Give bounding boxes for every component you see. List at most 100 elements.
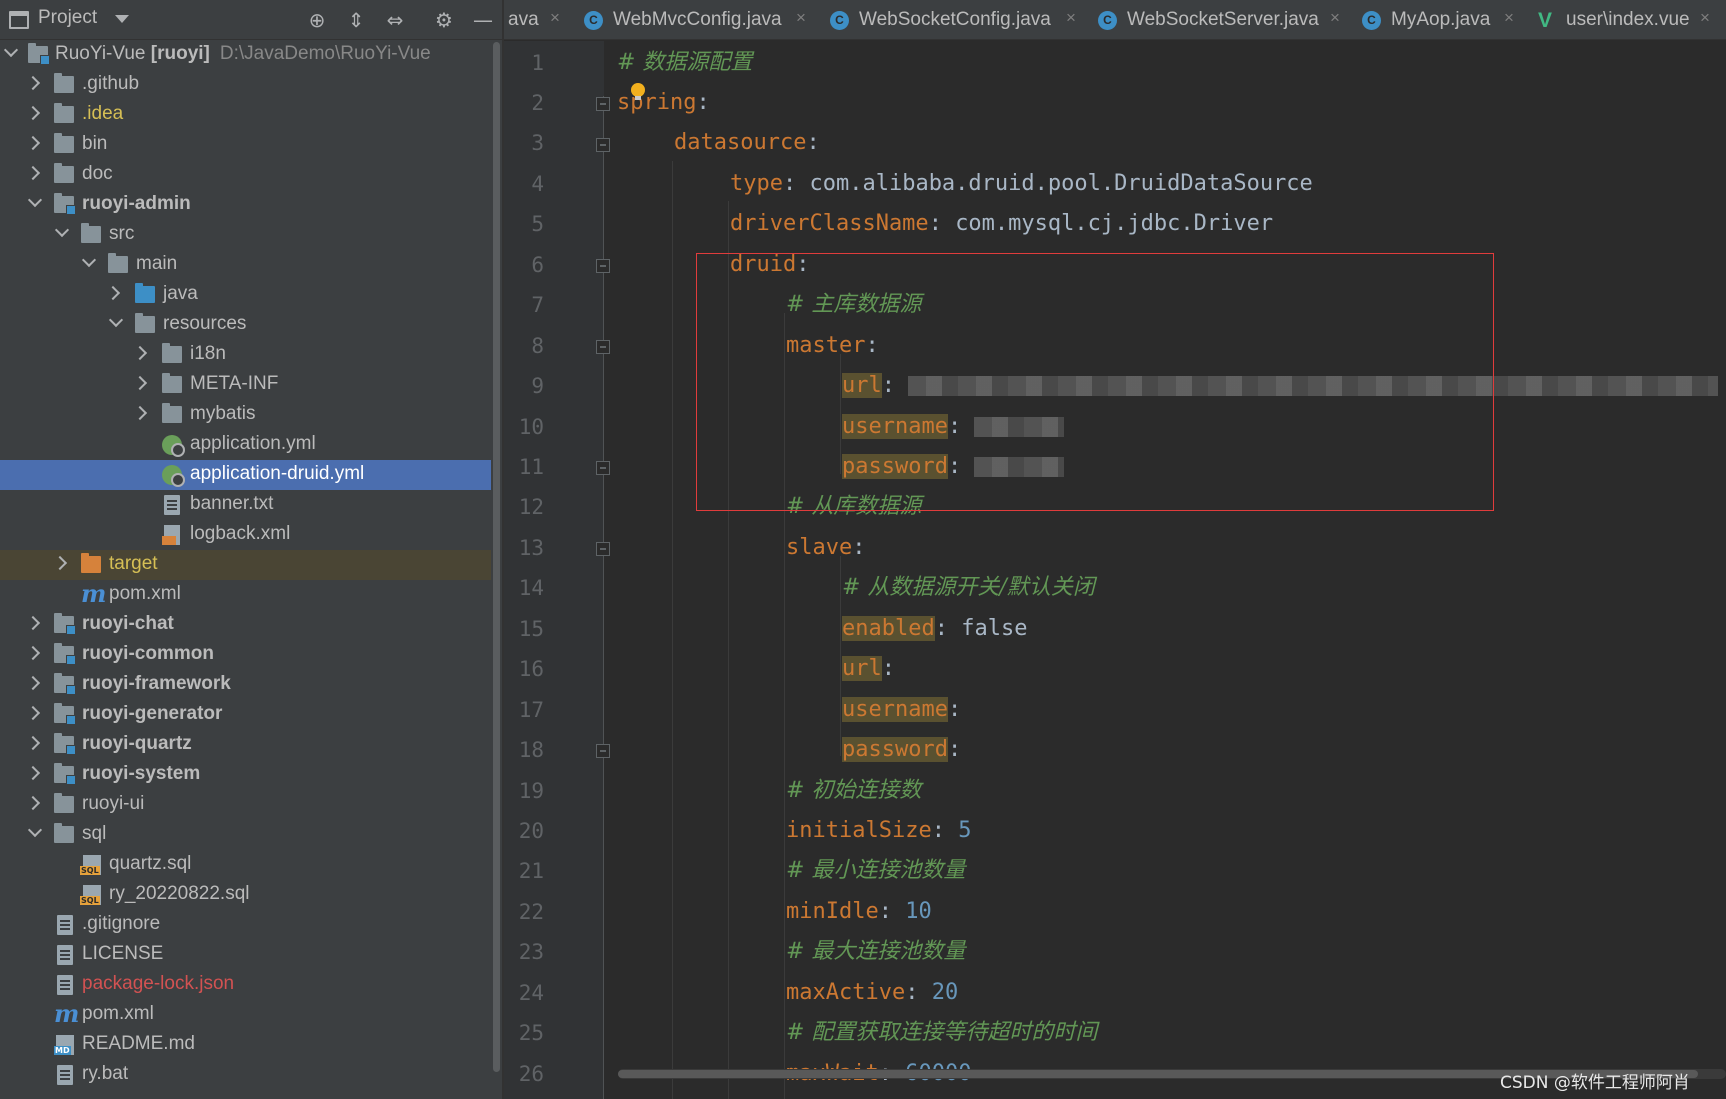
fold-marker-icon[interactable] xyxy=(596,97,610,111)
tree-item-pom-xml[interactable]: m pom.xml xyxy=(0,580,490,610)
chevron-down-icon[interactable] xyxy=(27,822,43,838)
chevron-right-icon[interactable] xyxy=(25,135,41,151)
tree-item-ruoyi-system[interactable]: ruoyi-system xyxy=(0,760,490,790)
chevron-right-icon[interactable] xyxy=(105,285,121,301)
tree-item-gitignore[interactable]: .gitignore xyxy=(0,910,490,940)
project-view-selector[interactable]: Project xyxy=(38,7,97,29)
tree-item-mybatis[interactable]: mybatis xyxy=(0,400,490,430)
close-icon[interactable]: × xyxy=(1330,8,1340,28)
chevron-right-icon[interactable] xyxy=(132,405,148,421)
tree-item-doc[interactable]: doc xyxy=(0,160,490,190)
code-line-15[interactable]: enabled: false xyxy=(842,611,1027,647)
close-icon[interactable]: × xyxy=(550,8,560,28)
tree-item-readme[interactable]: README.md xyxy=(0,1030,490,1060)
fold-marker-icon[interactable] xyxy=(596,259,610,273)
chevron-right-icon[interactable] xyxy=(25,675,41,691)
tree-item-ruoyi-vue[interactable]: RuoYi-Vue [ruoyi] D:\JavaDemo\RuoYi-Vue xyxy=(0,40,490,70)
tree-item-ruoyi-ui[interactable]: ruoyi-ui xyxy=(0,790,490,820)
code-line-10[interactable]: username: xyxy=(842,409,1065,445)
code-line-8[interactable]: master: xyxy=(786,328,879,364)
tree-scrollbar-thumb[interactable] xyxy=(493,42,500,1072)
code-line-14[interactable]: # 从数据源开关/默认关闭 xyxy=(842,570,1095,606)
code-line-23[interactable]: # 最大连接池数量 xyxy=(786,934,965,970)
tree-item-license[interactable]: LICENSE xyxy=(0,940,490,970)
tree-item-github[interactable]: .github xyxy=(0,70,490,100)
tree-item-package-lock[interactable]: package-lock.json xyxy=(0,970,490,1000)
chevron-right-icon[interactable] xyxy=(25,735,41,751)
tree-item-ruoyi-chat[interactable]: ruoyi-chat xyxy=(0,610,490,640)
close-icon[interactable]: × xyxy=(1066,8,1076,28)
tree-item-main[interactable]: main xyxy=(0,250,490,280)
tree-item-java[interactable]: java xyxy=(0,280,490,310)
chevron-down-icon[interactable] xyxy=(54,222,70,238)
tree-item-bin[interactable]: bin xyxy=(0,130,490,160)
chevron-down-icon[interactable] xyxy=(3,42,19,58)
tree-item-idea[interactable]: .idea xyxy=(0,100,490,130)
close-icon[interactable]: × xyxy=(796,8,806,28)
tree-item-ruoyi-admin[interactable]: ruoyi-admin xyxy=(0,190,490,220)
code-line-25[interactable]: # 配置获取连接等待超时的时间 xyxy=(786,1015,1097,1051)
tree-item-src[interactable]: src xyxy=(0,220,490,250)
tree-item-resources[interactable]: resources xyxy=(0,310,490,340)
code-line-5[interactable]: driverClassName: com.mysql.cj.jdbc.Drive… xyxy=(730,206,1273,242)
tree-scrollbar[interactable] xyxy=(491,40,502,1080)
tree-item-application-druid-yml[interactable]: application-druid.yml xyxy=(0,460,502,490)
chevron-down-icon[interactable] xyxy=(81,252,97,268)
hide-icon[interactable]: — xyxy=(471,8,495,32)
chevron-right-icon[interactable] xyxy=(25,645,41,661)
code-line-9[interactable]: url: xyxy=(842,368,1719,404)
code-line-3[interactable]: datasource: xyxy=(674,125,820,161)
expand-all-icon[interactable]: ⇕ xyxy=(344,8,368,32)
code-line-11[interactable]: password: xyxy=(842,449,1065,485)
tree-item-root-pom-xml[interactable]: m pom.xml xyxy=(0,1000,490,1030)
fold-marker-icon[interactable] xyxy=(596,340,610,354)
collapse-all-icon[interactable]: ⇔ xyxy=(383,8,407,32)
chevron-right-icon[interactable] xyxy=(25,75,41,91)
tree-item-ruoyi-common[interactable]: ruoyi-common xyxy=(0,640,490,670)
tree-item-ry-sql[interactable]: ry_20220822.sql xyxy=(0,880,490,910)
fold-marker-icon[interactable] xyxy=(596,138,610,152)
tree-item-banner-txt[interactable]: banner.txt xyxy=(0,490,490,520)
code-line-6[interactable]: druid: xyxy=(730,247,809,283)
chevron-down-icon[interactable] xyxy=(27,192,43,208)
fold-marker-icon[interactable] xyxy=(596,461,610,475)
tree-item-meta-inf[interactable]: META-INF xyxy=(0,370,490,400)
tree-item-sql[interactable]: sql xyxy=(0,820,490,850)
code-line-22[interactable]: minIdle: 10 xyxy=(786,894,932,930)
code-line-16[interactable]: url: xyxy=(842,651,895,687)
tree-item-ry-bat[interactable]: ry.bat xyxy=(0,1060,490,1090)
chevron-right-icon[interactable] xyxy=(25,615,41,631)
tree-item-i18n[interactable]: i18n xyxy=(0,340,490,370)
tree-item-target[interactable]: target xyxy=(0,550,502,580)
code-line-1[interactable]: # 数据源配置 xyxy=(617,45,752,81)
chevron-down-icon[interactable] xyxy=(115,15,129,23)
code-line-24[interactable]: maxActive: 20 xyxy=(786,975,958,1011)
intention-bulb-icon[interactable] xyxy=(631,83,645,100)
code-line-13[interactable]: slave: xyxy=(786,530,865,566)
tree-item-ruoyi-generator[interactable]: ruoyi-generator xyxy=(0,700,490,730)
chevron-right-icon[interactable] xyxy=(25,105,41,121)
code-line-7[interactable]: # 主库数据源 xyxy=(786,287,921,323)
gear-icon[interactable]: ⚙ xyxy=(432,8,456,32)
close-icon[interactable]: × xyxy=(1700,8,1710,28)
tree-item-ruoyi-framework[interactable]: ruoyi-framework xyxy=(0,670,490,700)
chevron-right-icon[interactable] xyxy=(25,165,41,181)
fold-marker-icon[interactable] xyxy=(596,542,610,556)
code-editor[interactable]: 1 2 3 4 5 6 7 8 9 10 11 12 13 14 15 16 1… xyxy=(504,41,1726,1099)
chevron-right-icon[interactable] xyxy=(25,705,41,721)
tree-item-ruoyi-quartz[interactable]: ruoyi-quartz xyxy=(0,730,490,760)
tree-item-application-yml[interactable]: application.yml xyxy=(0,430,490,460)
tree-item-logback-xml[interactable]: logback.xml xyxy=(0,520,490,550)
code-line-19[interactable]: # 初始连接数 xyxy=(786,773,921,809)
close-icon[interactable]: × xyxy=(1504,8,1514,28)
tree-item-quartz-sql[interactable]: quartz.sql xyxy=(0,850,490,880)
locate-icon[interactable]: ⊕ xyxy=(305,8,329,32)
code-line-17[interactable]: username: xyxy=(842,692,961,728)
code-line-12[interactable]: # 从库数据源 xyxy=(786,489,921,525)
chevron-right-icon[interactable] xyxy=(25,765,41,781)
chevron-right-icon[interactable] xyxy=(25,795,41,811)
code-line-20[interactable]: initialSize: 5 xyxy=(786,813,971,849)
chevron-down-icon[interactable] xyxy=(108,312,124,328)
code-line-4[interactable]: type: com.alibaba.druid.pool.DruidDataSo… xyxy=(730,166,1313,202)
chevron-right-icon[interactable] xyxy=(132,345,148,361)
